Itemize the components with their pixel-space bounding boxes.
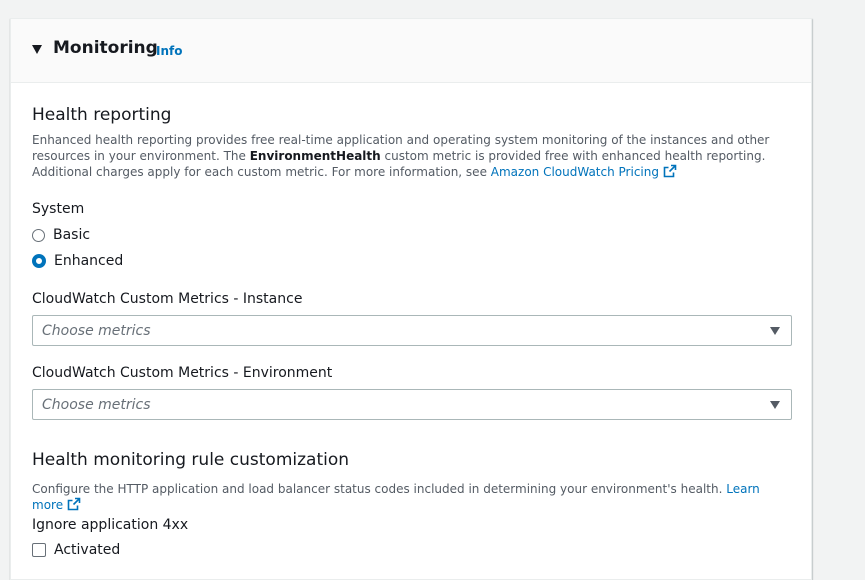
monitoring-panel: Monitoring Info Health reporting Enhance…: [10, 18, 812, 580]
chevron-down-icon: [770, 401, 780, 409]
cloudwatch-pricing-link[interactable]: Amazon CloudWatch Pricing: [491, 165, 659, 179]
environment-metrics-select[interactable]: Choose metrics: [32, 389, 792, 420]
rule-description-text: Configure the HTTP application and load …: [32, 482, 723, 496]
external-link-icon[interactable]: [663, 164, 677, 178]
ignore-4xx-label: Ignore application 4xx: [32, 517, 189, 533]
chevron-down-icon: [770, 327, 780, 335]
instance-metrics-placeholder: Choose metrics: [42, 323, 151, 339]
environment-metrics-label: CloudWatch Custom Metrics - Environment: [32, 365, 333, 381]
activated-label: Activated: [54, 542, 121, 558]
radio-label-enhanced: Enhanced: [54, 253, 124, 269]
rule-customization-description: Configure the HTTP application and load …: [32, 481, 787, 513]
instance-metrics-select[interactable]: Choose metrics: [32, 315, 792, 346]
activated-checkbox-row[interactable]: Activated: [32, 541, 120, 559]
radio-button[interactable]: [32, 228, 45, 242]
panel-title[interactable]: Monitoring: [53, 38, 158, 58]
health-reporting-description: Enhanced health reporting provides free …: [32, 132, 787, 180]
instance-metrics-label: CloudWatch Custom Metrics - Instance: [32, 291, 303, 307]
panel-header: Monitoring Info: [11, 19, 811, 83]
radio-button-selected[interactable]: [32, 254, 46, 268]
rule-customization-title: Health monitoring rule customization: [32, 450, 350, 470]
system-label: System: [32, 201, 85, 217]
radio-enhanced[interactable]: Enhanced: [32, 252, 123, 270]
caret-down-icon[interactable]: [32, 45, 42, 54]
external-link-icon[interactable]: [67, 497, 81, 511]
radio-label-basic: Basic: [53, 227, 91, 243]
environment-health-metric: EnvironmentHealth: [249, 149, 381, 163]
info-link[interactable]: Info: [156, 44, 182, 58]
health-reporting-title: Health reporting: [32, 105, 172, 125]
radio-basic[interactable]: Basic: [32, 226, 90, 244]
activated-checkbox[interactable]: [32, 543, 46, 557]
environment-metrics-placeholder: Choose metrics: [42, 397, 151, 413]
